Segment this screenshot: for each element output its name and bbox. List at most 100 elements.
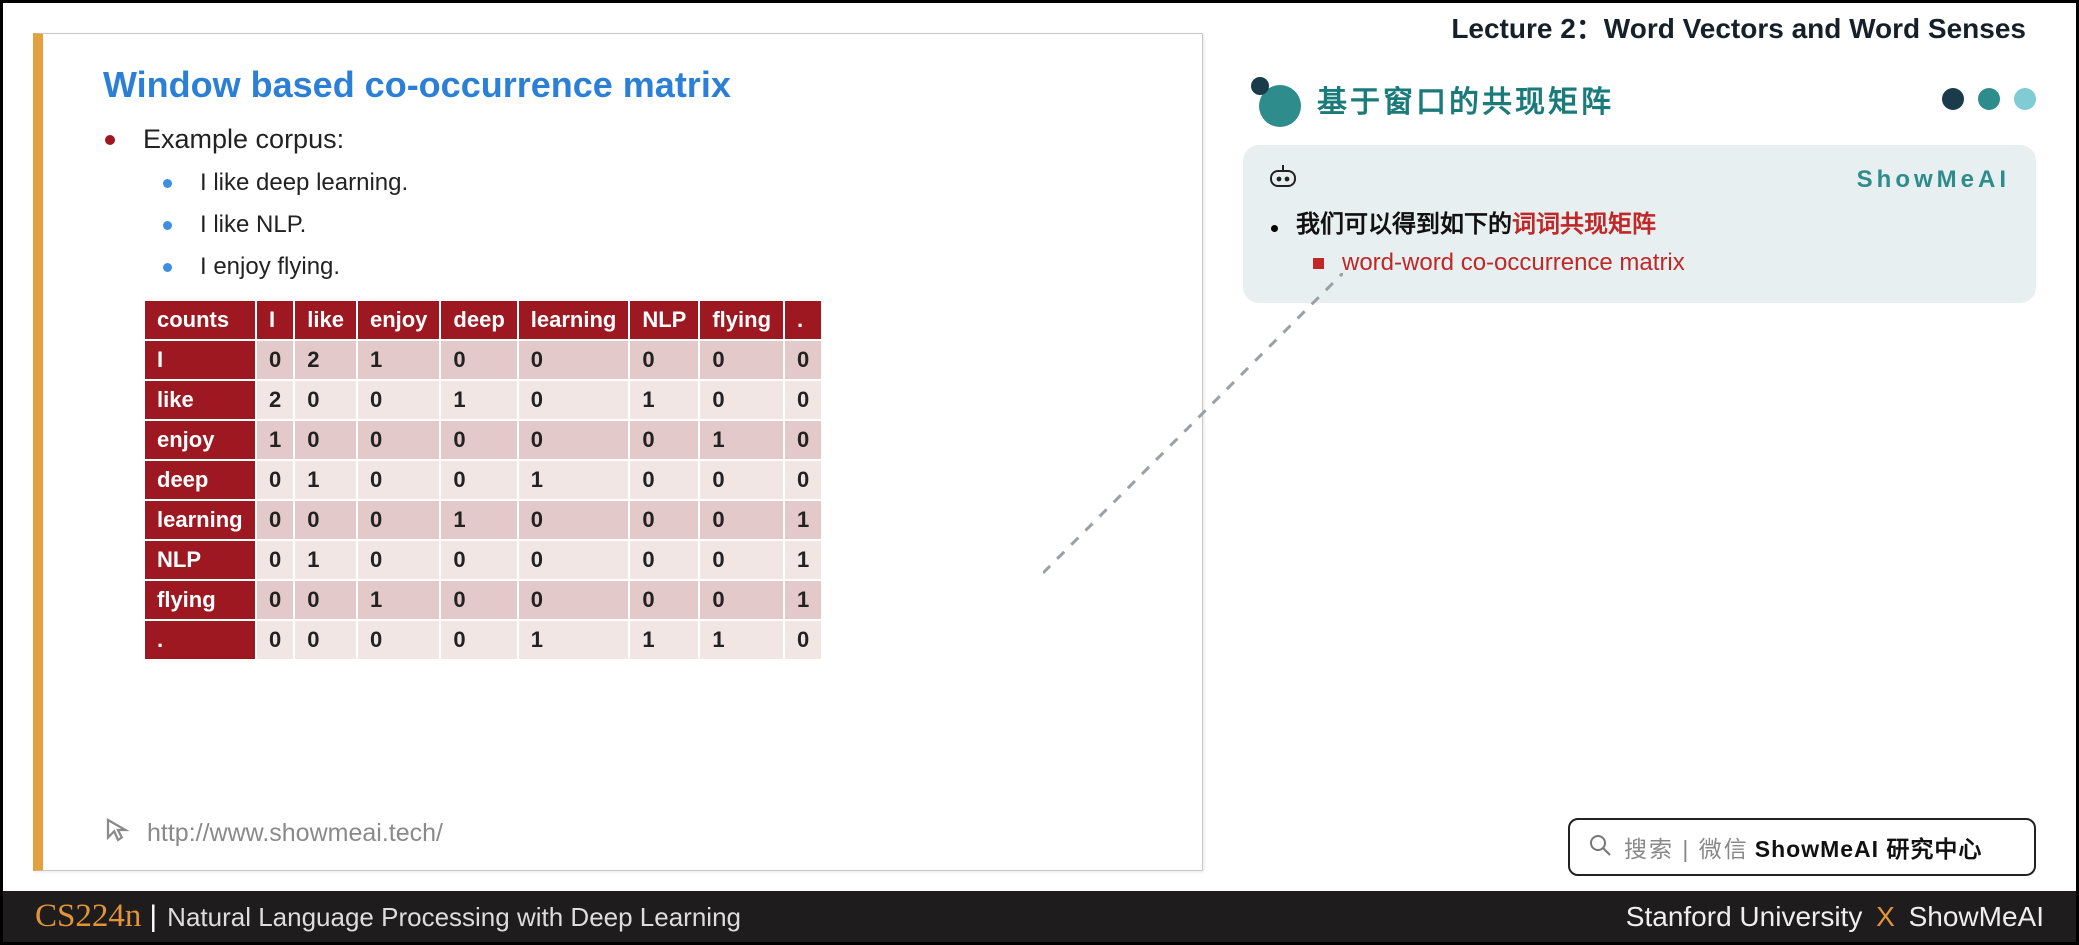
- table-cell: 2: [256, 380, 294, 420]
- table-cell: 0: [699, 540, 784, 580]
- note-line-2: word-word co-occurrence matrix: [1313, 249, 2010, 277]
- course-name: Natural Language Processing with Deep Le…: [167, 902, 741, 933]
- bullet-square-icon: [1313, 258, 1324, 269]
- table-cell: 0: [357, 460, 440, 500]
- table-cell: 0: [518, 580, 630, 620]
- table-cell: 1: [784, 540, 822, 580]
- section-title: 基于窗口的共现矩阵: [1317, 77, 1614, 121]
- note-box: ShowMeAI 我们可以得到如下的 词词共现矩阵 word-word co-o…: [1243, 145, 2036, 303]
- table-col-header: NLP: [629, 300, 699, 340]
- footer-right: Stanford University X ShowMeAI: [1626, 901, 2044, 933]
- right-section-header: 基于窗口的共现矩阵: [1243, 77, 2036, 121]
- table-cell: 0: [629, 420, 699, 460]
- table-row: NLP01000001: [144, 540, 822, 580]
- table-row: flying00100001: [144, 580, 822, 620]
- cursor-icon: [103, 815, 133, 852]
- cooccurrence-table: countsIlikeenjoydeeplearningNLPflying. I…: [143, 299, 823, 661]
- table-row-header: flying: [144, 580, 256, 620]
- course-code: CS224n: [35, 898, 141, 935]
- table-cell: 1: [294, 540, 357, 580]
- table-cell: 0: [294, 580, 357, 620]
- example-sentence-1: I like deep learning.: [163, 169, 1172, 197]
- table-row: deep01001000: [144, 460, 822, 500]
- table-row-header: I: [144, 340, 256, 380]
- table-cell: 0: [440, 420, 517, 460]
- table-col-header: like: [294, 300, 357, 340]
- separator-icon: |: [149, 900, 157, 934]
- table-cell: 1: [699, 620, 784, 660]
- table-cell: 0: [784, 380, 822, 420]
- table-cell: 0: [784, 620, 822, 660]
- table-cell: 1: [518, 460, 630, 500]
- section-icon: [1243, 77, 1303, 121]
- table-row: .00001110: [144, 620, 822, 660]
- note-header: ShowMeAI: [1269, 165, 2010, 194]
- table-cell: 0: [440, 460, 517, 500]
- example-sentence-2: I like NLP.: [163, 211, 1172, 239]
- right-column: Lecture 2：Word Vectors and Word Senses 基…: [1233, 3, 2076, 891]
- brand-label: ShowMeAI: [1857, 166, 2010, 194]
- table-cell: 0: [518, 540, 630, 580]
- table-cell: 0: [256, 620, 294, 660]
- table-cell: 0: [256, 460, 294, 500]
- table-cell: 0: [440, 540, 517, 580]
- table-cell: 0: [784, 420, 822, 460]
- footer-left: CS224n | Natural Language Processing wit…: [35, 898, 741, 935]
- table-row-header: .: [144, 620, 256, 660]
- table-cell: 0: [699, 500, 784, 540]
- table-cell: 1: [784, 580, 822, 620]
- table-cell: 0: [629, 340, 699, 380]
- table-cell: 1: [699, 420, 784, 460]
- robot-icon: [1269, 165, 1297, 194]
- example-text: I enjoy flying.: [200, 253, 340, 281]
- table-row: learning00010001: [144, 500, 822, 540]
- table-row-header: like: [144, 380, 256, 420]
- table-cell: 0: [440, 580, 517, 620]
- table-cell: 0: [256, 340, 294, 380]
- section-title-wrap: 基于窗口的共现矩阵: [1243, 77, 1614, 121]
- page: Window based co-occurrence matrix Exampl…: [0, 0, 2079, 945]
- table-cell: 0: [357, 420, 440, 460]
- table-cell: 0: [699, 460, 784, 500]
- table-cell: 0: [357, 500, 440, 540]
- table-cell: 1: [440, 500, 517, 540]
- slide-box: Window based co-occurrence matrix Exampl…: [33, 33, 1203, 871]
- search-hint-box[interactable]: 搜索 | 微信 ShowMeAI 研究中心: [1568, 818, 2036, 876]
- left-column: Window based co-occurrence matrix Exampl…: [3, 3, 1233, 891]
- decorative-dots-icon: [1942, 88, 2036, 110]
- table-cell: 0: [256, 500, 294, 540]
- table-row-header: learning: [144, 500, 256, 540]
- slide-footer: http://www.showmeai.tech/: [103, 815, 443, 852]
- bullet-example-corpus: Example corpus:: [105, 124, 1172, 155]
- page-footer: CS224n | Natural Language Processing wit…: [3, 891, 2076, 942]
- note-text-highlight: 词词共现矩阵: [1512, 204, 1656, 239]
- table-cell: 0: [256, 540, 294, 580]
- slide-title: Window based co-occurrence matrix: [103, 64, 1172, 106]
- table-row: I02100000: [144, 340, 822, 380]
- table-col-header: learning: [518, 300, 630, 340]
- footer-x-icon: X: [1870, 901, 1901, 932]
- table-cell: 0: [629, 460, 699, 500]
- table-cell: 1: [784, 500, 822, 540]
- footer-brand: ShowMeAI: [1909, 901, 2044, 932]
- table-col-header: enjoy: [357, 300, 440, 340]
- table-col-header: .: [784, 300, 822, 340]
- table-row-header: NLP: [144, 540, 256, 580]
- table-cell: 1: [518, 620, 630, 660]
- footer-university: Stanford University: [1626, 901, 1863, 932]
- table-cell: 1: [440, 380, 517, 420]
- table-cell: 0: [629, 500, 699, 540]
- table-cell: 0: [294, 620, 357, 660]
- bullet-dot-icon: [1271, 225, 1278, 232]
- table-cell: 0: [357, 380, 440, 420]
- table-cell: 0: [518, 500, 630, 540]
- example-text: I like deep learning.: [200, 169, 408, 197]
- table-cell: 0: [518, 420, 630, 460]
- bullet-dot-icon: [163, 221, 172, 230]
- table-cell: 0: [699, 580, 784, 620]
- table-col-header: flying: [699, 300, 784, 340]
- table-cell: 0: [357, 620, 440, 660]
- table-cell: 0: [294, 420, 357, 460]
- table-cell: 0: [784, 340, 822, 380]
- table-cell: 0: [699, 380, 784, 420]
